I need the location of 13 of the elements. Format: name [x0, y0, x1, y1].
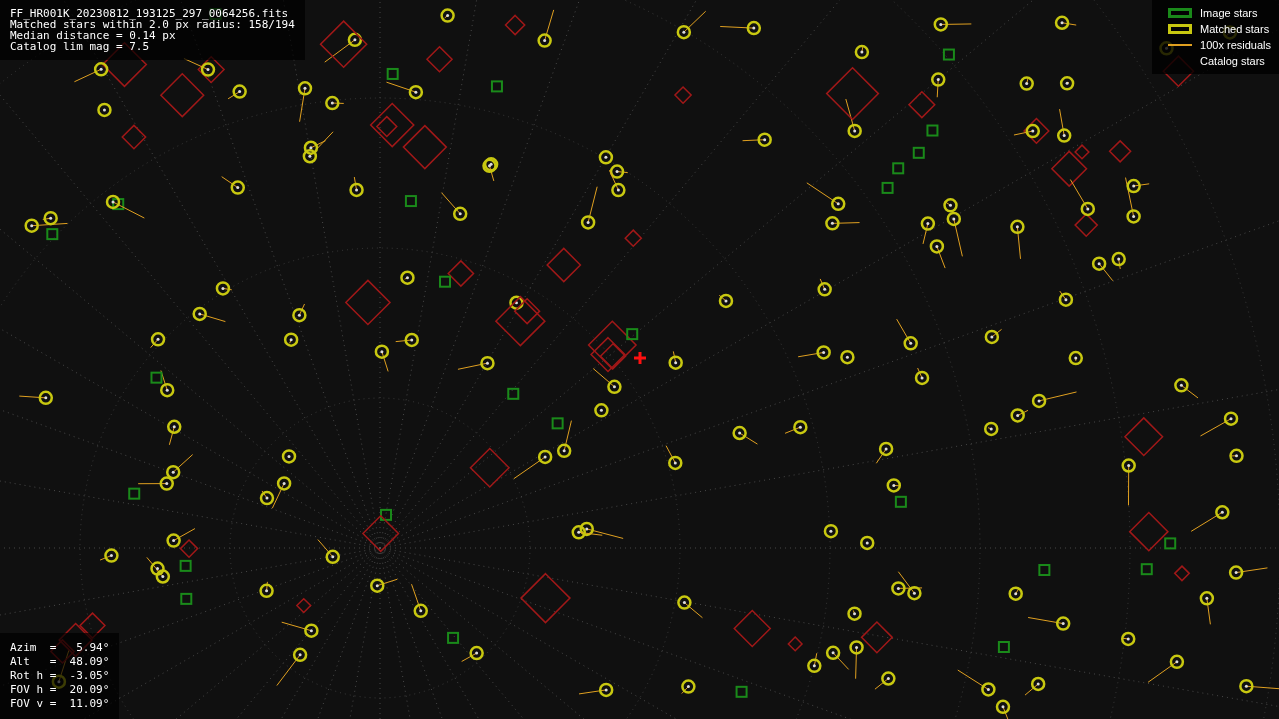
- pointing-line: FOV v = 11.09°: [10, 697, 110, 711]
- info-line: Catalog lim mag = 7.5: [10, 41, 151, 52]
- legend-label: Matched stars: [1200, 21, 1270, 37]
- pointing-line: Azim = 5.94°: [10, 641, 110, 655]
- info-line: FF_HR001K_20230812_193125_297_0064256.fits: [10, 8, 290, 19]
- pointing-line: Alt = 48.09°: [10, 655, 110, 669]
- legend-label: Image stars: [1200, 5, 1258, 21]
- pointing-line: Rot h = -3.05°: [10, 669, 110, 683]
- pointing-line: FOV h = 20.09°: [10, 683, 110, 697]
- info-line: Median distance = 0.14 px: [10, 30, 176, 41]
- legend-label: Catalog stars: [1200, 53, 1265, 69]
- info-line: Matched stars within 2.0 px radius: 158/194: [10, 19, 295, 30]
- legend-label: 100x residuals: [1200, 37, 1271, 53]
